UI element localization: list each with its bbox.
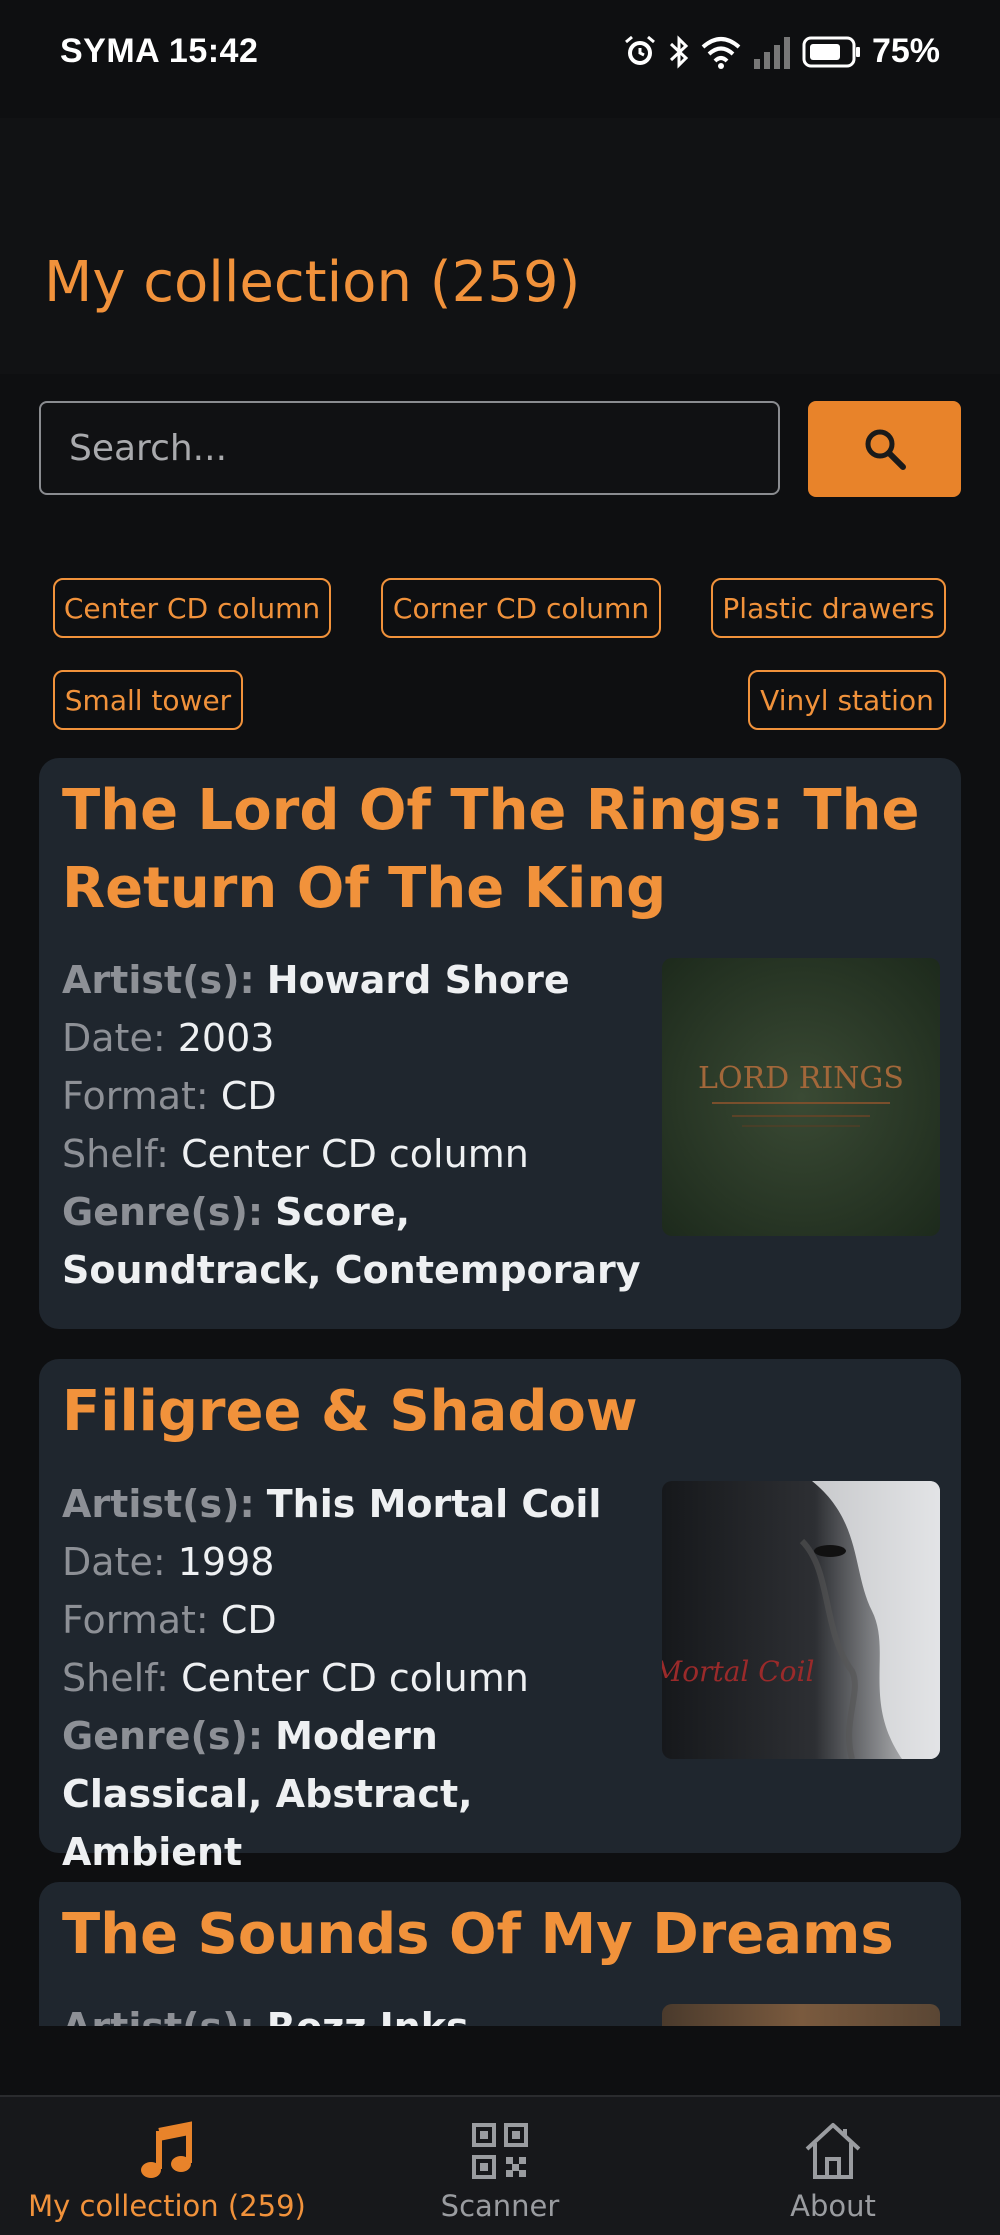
date-value: 2003 [177, 1016, 275, 1060]
shelf-chip-corner-cd-column[interactable]: Corner CD column [381, 578, 661, 638]
album-title: The Lord Of The Rings: The Return Of The… [62, 778, 920, 921]
date-value: 1998 [177, 1540, 275, 1584]
qr-code-icon [472, 2123, 528, 2179]
alarm-icon [624, 35, 655, 65]
genre-label: Genre(s): [62, 1714, 264, 1758]
status-bar: SYMA 15:42 75% [0, 0, 1000, 118]
artist-label: Artist(s): [62, 958, 255, 1002]
cover-lettering: Mortal Coil [662, 1655, 814, 1688]
bottom-navigation: My collection (259) Scanner About [0, 2095, 1000, 2235]
artist-value: Rozz Inks [267, 2005, 469, 2026]
album-title: The Sounds Of My Dreams [62, 1902, 894, 1967]
status-icons: 75% [622, 32, 940, 71]
nav-my-collection[interactable]: My collection (259) [0, 2097, 334, 2235]
format-label: Format: [62, 1074, 209, 1118]
format-value: CD [220, 1074, 277, 1118]
search-icon [865, 429, 906, 470]
album-card[interactable]: Filigree & Shadow Artist(s): This Mortal… [39, 1359, 961, 1874]
nav-about[interactable]: About [666, 2097, 1000, 2235]
app-bar [0, 118, 1000, 374]
home-icon [805, 2123, 861, 2179]
bluetooth-icon [669, 34, 689, 69]
album-cover: LORD RINGS [662, 958, 940, 1236]
date-label: Date: [62, 1016, 166, 1060]
shelf-value: Center CD column [181, 1132, 529, 1176]
nav-scanner[interactable]: Scanner [333, 2097, 667, 2235]
nav-label: My collection (259) [28, 2189, 306, 2223]
shelf-label: Shelf: [62, 1656, 169, 1700]
shelf-chip-small-tower[interactable]: Small tower [53, 670, 243, 730]
album-details: Artist(s): This Mortal Coil Date: 1998 F… [62, 1475, 642, 1881]
genre-label: Genre(s): [62, 1190, 264, 1234]
artist-label: Artist(s): [62, 2005, 255, 2026]
artist-value: This Mortal Coil [266, 1482, 602, 1526]
date-label: Date: [62, 1540, 166, 1584]
search-button[interactable] [808, 401, 961, 497]
shelf-chip-center-cd-column[interactable]: Center CD column [53, 578, 331, 638]
artist-value: Howard Shore [266, 958, 570, 1002]
music-note-icon [141, 2121, 192, 2178]
carrier-time: SYMA 15:42 [60, 32, 259, 70]
album-details: Artist(s): Howard Shore Date: 2003 Forma… [62, 951, 642, 1299]
format-value: CD [220, 1598, 277, 1642]
shelf-chip-plastic-drawers[interactable]: Plastic drawers [711, 578, 946, 638]
album-cover: Mortal Coil [662, 1481, 940, 1759]
album-title: Filigree & Shadow [62, 1379, 638, 1444]
shelf-chip-vinyl-station[interactable]: Vinyl station [748, 670, 946, 730]
format-label: Format: [62, 1598, 209, 1642]
battery-icon [802, 36, 860, 67]
nav-label: Scanner [440, 2189, 560, 2223]
shelf-value: Center CD column [181, 1656, 529, 1700]
shelf-label: Shelf: [62, 1132, 169, 1176]
album-card[interactable]: The Sounds Of My Dreams Artist(s): Rozz … [39, 1882, 961, 2026]
album-details: Artist(s): Rozz Inks [62, 1998, 642, 2026]
album-card[interactable]: The Lord Of The Rings: The Return Of The… [39, 758, 961, 1329]
artist-label: Artist(s): [62, 1482, 255, 1526]
page-title: My collection (259) [44, 250, 581, 315]
nav-label: About [790, 2189, 876, 2223]
album-list[interactable]: The Lord Of The Rings: The Return Of The… [0, 758, 1000, 2026]
album-cover [662, 2004, 940, 2026]
wifi-icon [701, 36, 741, 69]
battery-level: 75% [871, 32, 940, 70]
signal-icon [753, 36, 790, 69]
cover-lettering: LORD RINGS [698, 1061, 904, 1096]
search-input[interactable] [39, 401, 780, 495]
